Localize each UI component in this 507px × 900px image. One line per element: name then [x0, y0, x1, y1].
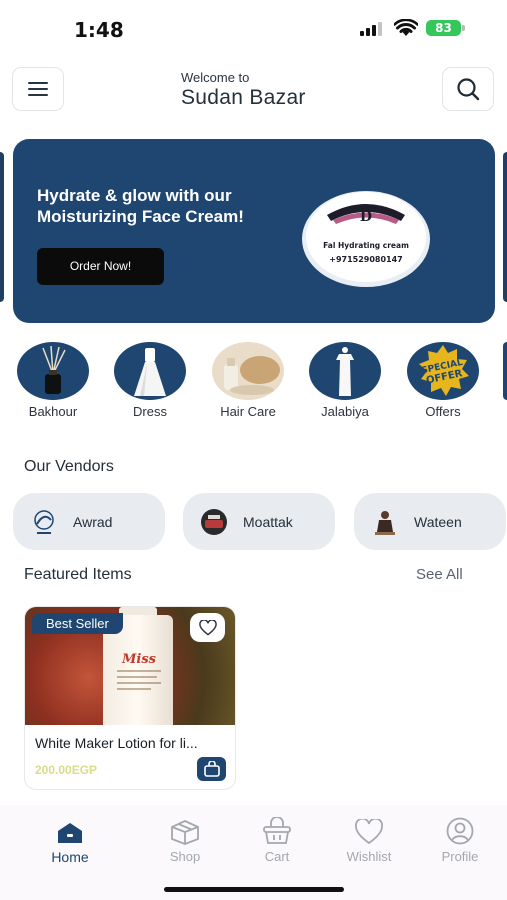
nav-shop[interactable]: Shop — [145, 815, 225, 864]
wifi-icon — [394, 19, 418, 36]
category-label: Offers — [425, 404, 461, 419]
heart-icon — [355, 819, 383, 845]
wateen-logo-icon — [368, 507, 402, 537]
welcome-text: Welcome to — [181, 70, 250, 85]
brand-title: Sudan Bazar — [181, 86, 306, 109]
nav-home[interactable]: Home — [30, 815, 110, 865]
jar-product-text: Fal Hydrating cream — [323, 241, 409, 250]
vendor-wateen[interactable]: Wateen — [354, 493, 506, 550]
vendor-moattak[interactable]: Moattak — [183, 493, 335, 550]
category-hair-care[interactable]: Hair Care — [212, 342, 284, 419]
category-label: Bakhour — [28, 404, 78, 419]
signal-icon — [360, 22, 382, 36]
heart-icon — [198, 619, 217, 635]
jar-phone-text: +971529080147 — [329, 255, 403, 264]
promo-banner[interactable]: Hydrate & glow with our Moisturizing Fac… — [13, 139, 495, 323]
nav-wishlist[interactable]: Wishlist — [329, 815, 409, 864]
category-label: Jalabiya — [321, 404, 369, 419]
basket-icon — [263, 817, 291, 844]
product-price: 200.00EGP — [35, 763, 98, 777]
battery-icon: 83 — [426, 20, 461, 36]
box-icon — [171, 820, 199, 845]
special-offer-image: SPECIAL OFFER — [407, 342, 479, 400]
awrad-logo-icon — [27, 507, 61, 537]
banner-next-peek[interactable] — [503, 152, 507, 302]
category-label: Hair Care — [220, 404, 276, 419]
wishlist-toggle-button[interactable] — [190, 613, 225, 642]
banner-prev-peek[interactable] — [0, 152, 4, 302]
hair-care-image — [212, 342, 284, 400]
bag-icon — [203, 761, 220, 777]
bakhour-image — [17, 342, 89, 400]
nav-label: Cart — [264, 849, 290, 864]
category-next-peek[interactable] — [503, 342, 507, 400]
nav-label: Shop — [169, 849, 201, 864]
category-label: Dress — [133, 404, 167, 419]
nav-label: Profile — [441, 849, 479, 864]
vendor-name: Moattak — [243, 513, 293, 530]
vendor-awrad[interactable]: Awrad — [13, 493, 165, 550]
bottle-brand-text: Miss — [121, 652, 157, 667]
vendor-name: Wateen — [414, 513, 462, 530]
banner-headline: Hydrate & glow with our Moisturizing Fac… — [37, 186, 244, 226]
vendor-name: Awrad — [73, 513, 113, 530]
category-dress[interactable]: Dress — [114, 342, 186, 419]
status-time: 1:48 — [74, 18, 124, 42]
category-jalabiya[interactable]: Jalabiya — [309, 342, 381, 419]
nav-profile[interactable]: Profile — [420, 815, 500, 864]
best-seller-badge: Best Seller — [32, 613, 123, 634]
product-name: White Maker Lotion for li... — [35, 735, 198, 751]
add-to-cart-button[interactable] — [197, 757, 226, 781]
svg-text:D: D — [360, 209, 372, 225]
nav-label: Wishlist — [346, 849, 392, 864]
moattak-logo-icon — [197, 507, 231, 537]
home-indicator — [164, 887, 344, 892]
order-now-button[interactable]: Order Now! — [37, 248, 164, 285]
face-cream-jar-image: D Fal Hydrating cream +971529080147 — [302, 191, 430, 287]
nav-cart[interactable]: Cart — [237, 815, 317, 864]
home-icon — [58, 823, 82, 843]
search-icon — [457, 78, 480, 101]
product-card[interactable]: Miss Best Seller White Maker Lotion for … — [24, 606, 236, 790]
search-button[interactable] — [442, 67, 494, 111]
status-bar: 1:48 83 — [0, 0, 507, 58]
dress-image — [114, 342, 186, 400]
user-circle-icon — [446, 817, 474, 845]
menu-icon — [28, 82, 48, 96]
featured-title: Featured Items — [24, 566, 132, 583]
category-offers[interactable]: SPECIAL OFFER Offers — [407, 342, 479, 419]
nav-label: Home — [51, 849, 89, 865]
battery-tip — [462, 25, 465, 31]
category-bakhour[interactable]: Bakhour — [17, 342, 89, 419]
see-all-link[interactable]: See All — [416, 566, 463, 583]
menu-button[interactable] — [12, 67, 64, 111]
bottom-nav: Home Shop Cart Wishlist Profile — [0, 805, 507, 900]
jalabiya-image — [309, 342, 381, 400]
vendors-title: Our Vendors — [24, 458, 114, 475]
